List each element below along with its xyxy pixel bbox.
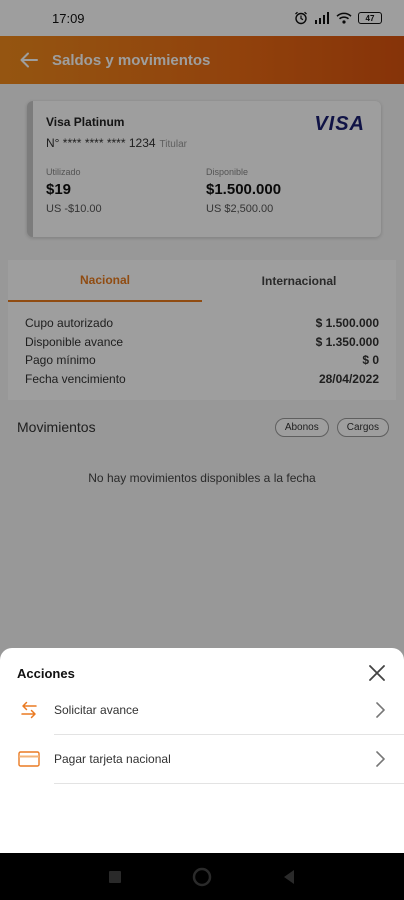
system-nav-bar [0,853,404,900]
back-triangle-icon[interactable] [282,869,296,885]
credit-card-icon [17,747,41,771]
close-icon[interactable] [368,664,386,682]
home-circle-icon[interactable] [192,867,212,887]
action-label: Pagar tarjeta nacional [54,752,171,766]
divider [54,783,404,784]
sheet-title: Acciones [17,666,75,681]
action-solicitar-avance[interactable]: Solicitar avance [0,686,404,734]
chevron-right-icon [376,702,385,718]
recents-square-icon[interactable] [108,870,122,884]
actions-bottom-sheet: Acciones Solicitar avance Pagar tarjeta … [0,648,404,853]
action-label: Solicitar avance [54,703,139,717]
transfer-arrows-icon [17,698,41,722]
chevron-right-icon [376,751,385,767]
action-pagar-tarjeta-nacional[interactable]: Pagar tarjeta nacional [0,735,404,783]
